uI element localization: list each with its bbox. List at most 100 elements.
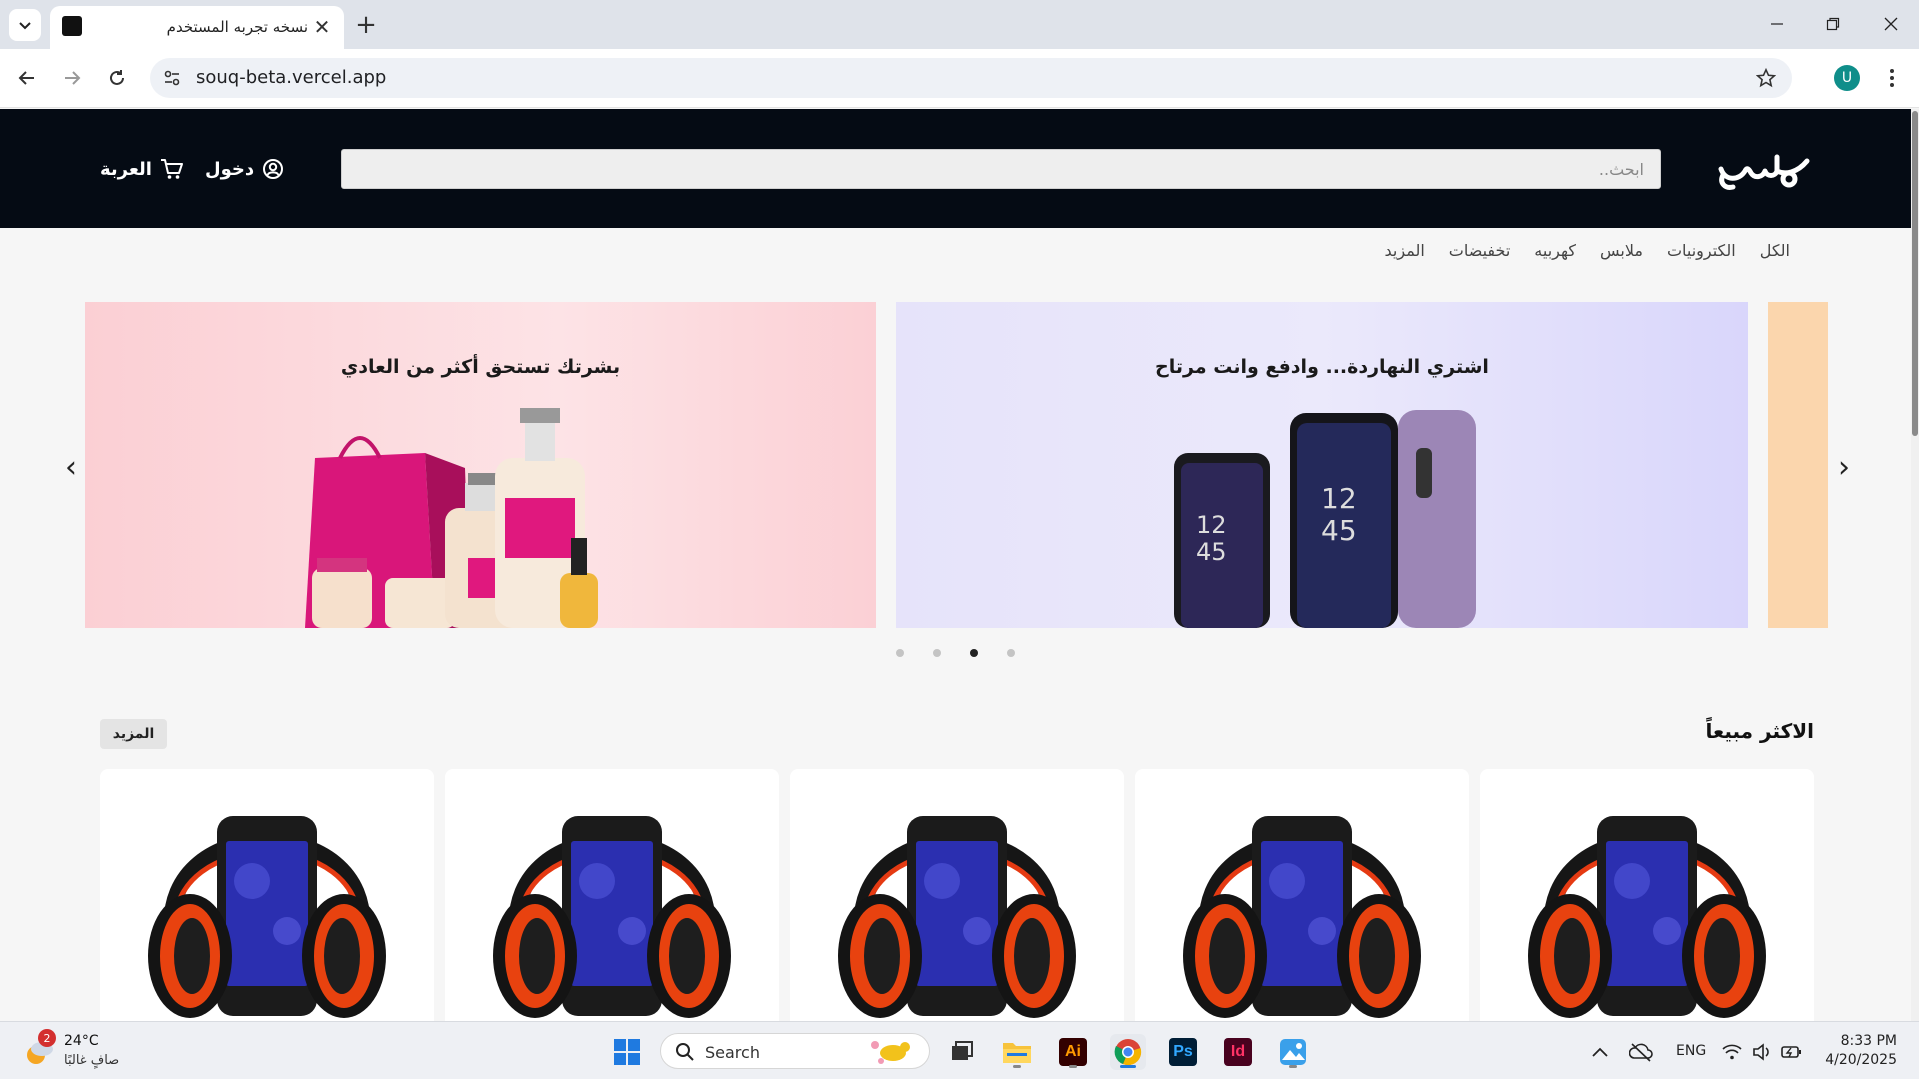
site-info-icon[interactable] [160,66,184,90]
product-headphones-image [142,781,392,1021]
url-text[interactable]: souq-beta.vercel.app [196,67,386,88]
product-card[interactable] [790,769,1124,1021]
battery-charging-icon[interactable] [1778,1034,1806,1070]
onedrive-offline-icon[interactable] [1623,1034,1659,1070]
photoshop-icon[interactable]: Ps [1165,1034,1201,1070]
adobe-illustrator-icon[interactable]: Ai [1055,1034,1091,1070]
carousel-dot-2[interactable] [933,649,941,657]
category-clothes[interactable]: ملابس [1600,241,1643,260]
svg-text:12: 12 [1196,511,1227,539]
category-electronics[interactable]: الكترونيات [1667,241,1736,260]
tray-overflow-chevron-icon[interactable] [1582,1034,1618,1070]
slide-title-phones: اشتري النهاردة... وادفع وانت مرتاح [1155,356,1489,378]
minimize-icon [1771,23,1783,25]
shopping-cart-icon [160,159,183,179]
product-headphones-image [1177,781,1427,1021]
indesign-icon[interactable]: Id [1220,1034,1256,1070]
chevron-down-icon [19,22,31,30]
search-highlight-bird-icon [871,1041,910,1064]
taskbar-search-label: Search [705,1043,760,1062]
carousel-dot-1[interactable] [896,649,904,657]
weather-notification-badge: 2 [38,1029,56,1047]
page-scrollbar[interactable] [1911,109,1919,1021]
address-bar[interactable]: souq-beta.vercel.app [150,58,1792,98]
weather-widget[interactable]: 2 24°C صافٍ غالبًا [22,1029,142,1073]
chrome-icon[interactable] [1110,1034,1146,1070]
taskbar-search-box[interactable]: Search [660,1033,930,1069]
best-sellers-title: الاكثر مبيعاً [1705,719,1814,743]
browser-toolbar: souq-beta.vercel.app U [0,49,1919,108]
svg-text:45: 45 [1196,538,1227,566]
product-headphones-image [487,781,737,1021]
new-tab-button[interactable]: + [350,9,382,41]
running-indicator [1289,1065,1297,1068]
carousel-slide-phones[interactable]: اشتري النهاردة... وادفع وانت مرتاح 12 45… [896,302,1748,628]
user-circle-icon [263,159,284,179]
reload-button[interactable] [100,61,134,95]
tab-title: نسخه تجربه المستخدم [166,18,308,36]
arrow-left-icon [18,71,34,85]
browser-tabstrip: نسخه تجربه المستخدم ✕ + [0,0,1919,49]
bookmark-star-icon[interactable] [1754,66,1778,90]
category-electrical[interactable]: كهربيه [1534,241,1576,260]
slide-title-skincare: بشرتك تستحق أكثر من العادي [340,356,621,378]
taskbar-clock[interactable]: 8:33 PM 4/20/2025 [1825,1032,1897,1070]
svg-text:12: 12 [1321,482,1357,515]
product-card[interactable] [445,769,779,1021]
restore-icon [1826,17,1840,31]
carousel-slide-peek[interactable] [1768,302,1828,628]
browser-menu-icon[interactable] [1878,63,1906,93]
task-view-icon[interactable] [943,1034,979,1070]
wifi-icon[interactable] [1718,1034,1746,1070]
skincare-products-image [305,408,598,628]
tab-close-icon[interactable]: ✕ [310,15,334,39]
windows-start-icon[interactable] [609,1034,645,1070]
file-explorer-icon[interactable] [999,1034,1035,1070]
photos-app-icon[interactable] [1275,1034,1311,1070]
best-sellers-grid [100,769,1814,1021]
windows-taskbar: 2 24°C صافٍ غالبًا Search Ai Ps Id ENG 8… [0,1021,1919,1079]
web-page: دخول العربة الكل الكترونيات ملابس كهربيه… [0,109,1919,1021]
product-card[interactable] [1135,769,1469,1021]
scrollbar-thumb[interactable] [1912,111,1918,436]
site-logo[interactable] [1715,131,1815,201]
product-card[interactable] [1480,769,1814,1021]
running-indicator [1069,1065,1077,1068]
browser-tab-active[interactable]: نسخه تجربه المستخدم ✕ [50,6,344,49]
close-window-button[interactable] [1871,8,1911,40]
category-nav: الكل الكترونيات ملابس كهربيه تخفيضات الم… [1385,241,1790,260]
site-search-box[interactable] [341,149,1661,189]
best-sellers-more-button[interactable]: المزيد [100,719,167,749]
volume-icon[interactable] [1748,1034,1776,1070]
cart-label: العربة [100,158,152,180]
cart-link[interactable]: العربة [100,154,184,184]
category-discounts[interactable]: تخفيضات [1449,241,1511,260]
category-more[interactable]: المزيد [1385,241,1425,260]
category-all[interactable]: الكل [1760,241,1790,260]
back-button[interactable] [10,61,44,95]
active-indicator [1120,1065,1136,1068]
site-search-input[interactable] [342,150,1660,188]
profile-avatar[interactable]: U [1834,65,1860,91]
minimize-button[interactable] [1757,8,1797,40]
login-label: دخول [205,158,255,180]
product-card[interactable] [100,769,434,1021]
clock-date: 4/20/2025 [1825,1052,1897,1068]
carousel-prev-icon[interactable]: ‹ [57,450,85,485]
arrow-right-icon [65,71,81,85]
clock-time: 8:33 PM [1840,1033,1897,1049]
forward-button[interactable] [55,61,89,95]
tab-search-button[interactable] [9,9,41,41]
carousel-dot-3[interactable] [970,649,978,657]
smartphones-image: 12 45 12 45 [1174,410,1476,628]
carousel-slide-skincare[interactable]: بشرتك تستحق أكثر من العادي [85,302,876,628]
search-icon [676,1043,694,1061]
restore-button[interactable] [1813,8,1853,40]
close-icon [1884,17,1898,31]
carousel-dot-4[interactable] [1007,649,1015,657]
carousel-dots [896,649,1015,657]
site-header: دخول العربة [0,109,1911,228]
login-link[interactable]: دخول [205,154,284,184]
carousel-next-icon[interactable]: › [1830,450,1858,485]
language-indicator[interactable]: ENG [1676,1043,1706,1059]
